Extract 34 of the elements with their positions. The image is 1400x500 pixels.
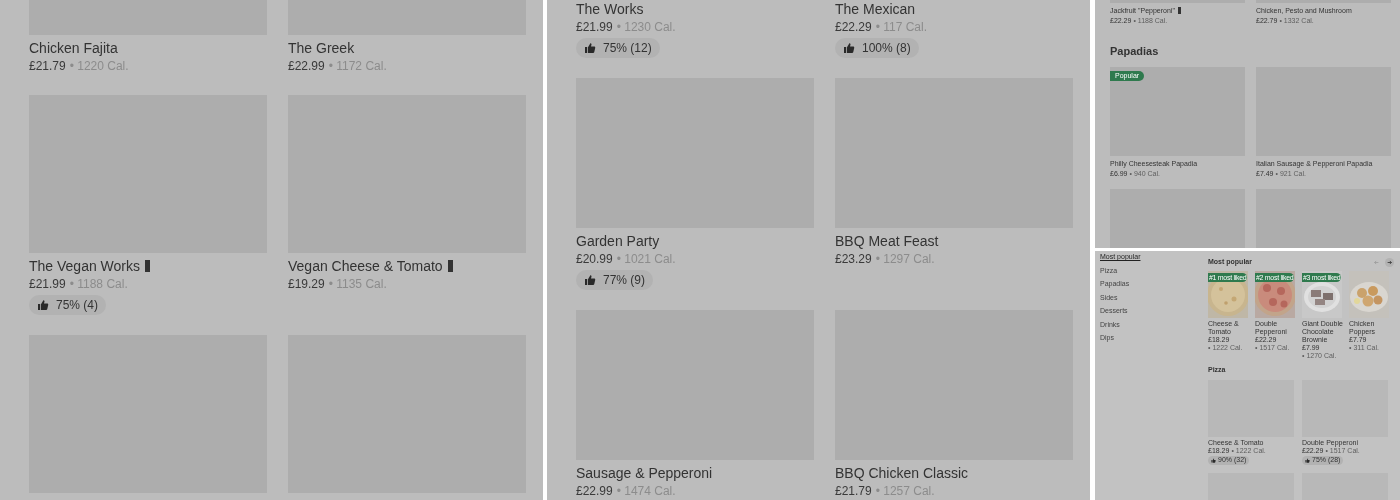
section-heading: Papadias: [1110, 44, 1159, 58]
thumbs-up-icon: [37, 299, 49, 311]
next-button[interactable]: [1385, 257, 1394, 267]
item-price: £21.99: [576, 19, 613, 36]
item-price: £22.29: [835, 19, 872, 36]
rating-text: 75% (12): [603, 40, 652, 57]
rating-text: 100% (8): [862, 40, 911, 57]
thumbs-up-icon: [1305, 458, 1310, 463]
rating-text: 75% (4): [56, 297, 99, 314]
thumbs-up-icon: [843, 42, 855, 54]
arrow-left-icon: [1374, 259, 1379, 265]
item-price: £22.99: [576, 483, 613, 500]
item-name: The Vegan Works: [29, 257, 141, 275]
item-name: Sausage & Pepperoni: [576, 464, 713, 482]
item-name: Vegan Cheese & Tomato: [288, 257, 443, 275]
item-name: The Greek: [288, 39, 355, 57]
item-price: £22.99: [288, 58, 325, 75]
item-name: BBQ Meat Feast: [835, 232, 939, 250]
item-price: £20.99: [576, 251, 613, 268]
item-name: BBQ Chicken Classic: [835, 464, 969, 482]
item-price: £21.79: [835, 483, 872, 500]
item-price: £19.29: [288, 276, 325, 293]
thumbs-up-icon: [1211, 458, 1216, 463]
item-name: Chicken Fajita: [29, 39, 118, 57]
item-price: £21.79: [29, 58, 66, 75]
thumbs-up-icon: [584, 42, 596, 54]
thumbs-up-icon: [584, 274, 596, 286]
item-price: £21.99: [29, 276, 66, 293]
item-name: The Mexican: [835, 0, 916, 18]
item-name: Garden Party: [576, 232, 660, 250]
rating-text: 77% (9): [603, 272, 646, 289]
item-price: £23.29: [835, 251, 872, 268]
item-name: The Works: [576, 0, 644, 18]
arrow-right-icon: [1387, 259, 1392, 265]
